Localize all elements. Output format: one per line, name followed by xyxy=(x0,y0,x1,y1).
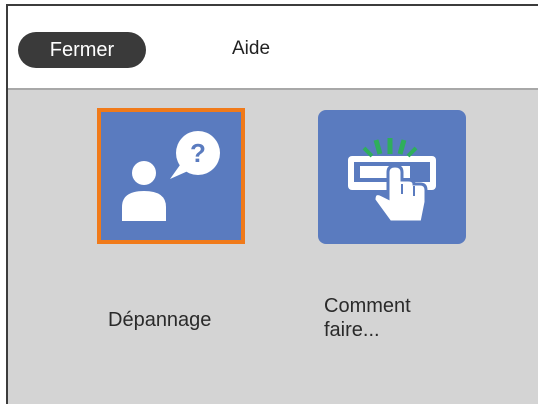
tile-how-to-icon-box[interactable] xyxy=(318,110,466,244)
svg-text:?: ? xyxy=(190,138,206,168)
help-screen: Fermer Aide ? Dépannage Comment faire... xyxy=(6,4,538,404)
tile-troubleshooting-selection[interactable]: ? xyxy=(97,108,245,244)
tile-troubleshooting-icon-box: ? xyxy=(106,117,236,235)
person-question-icon: ? xyxy=(122,131,220,221)
printer-touch-icon xyxy=(348,138,436,224)
page-title: Aide xyxy=(232,38,271,59)
tile-troubleshooting-label: Dépannage xyxy=(108,309,212,331)
header-bar: Fermer Aide xyxy=(8,6,538,90)
tile-how-to-label: Comment faire... xyxy=(324,295,411,341)
close-button[interactable]: Fermer xyxy=(18,32,146,68)
